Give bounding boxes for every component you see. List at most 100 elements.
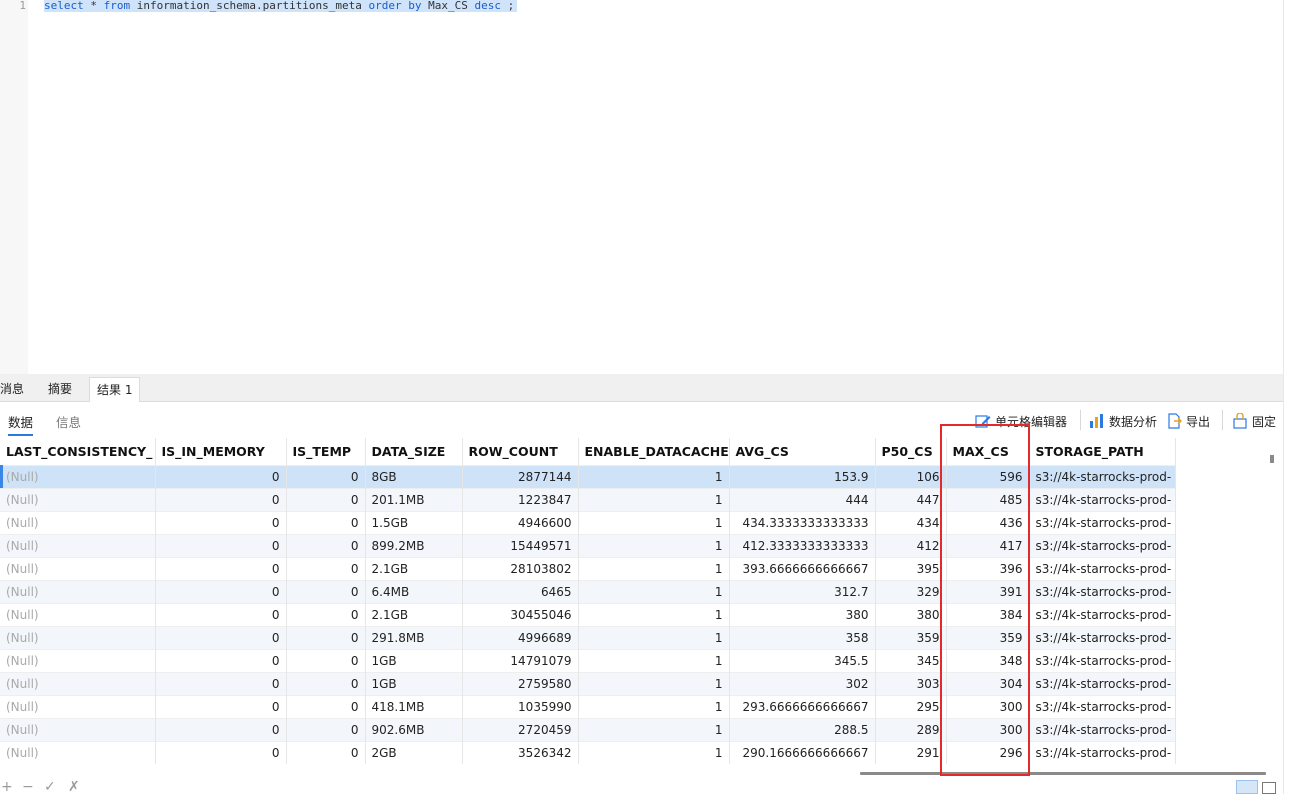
table-cell[interactable]: s3://4k-starrocks-prod-: [1029, 625, 1176, 649]
table-cell[interactable]: 8GB: [365, 464, 463, 488]
table-row[interactable]: (Null) 0 0 899.2MB 15449571 1 412.333333333333…: [0, 533, 1176, 557]
table-row[interactable]: (Null) 0 0 1.5GB 4946600 1 434.3333333333333 43…: [0, 510, 1176, 534]
tab-summary[interactable]: 摘要: [41, 377, 79, 402]
subtab-data[interactable]: 数据: [8, 412, 34, 436]
table-cell[interactable]: s3://4k-starrocks-prod-: [1029, 671, 1176, 695]
table-cell[interactable]: 0: [155, 625, 287, 649]
table-cell[interactable]: 396: [946, 556, 1030, 580]
table-cell[interactable]: 380: [875, 602, 947, 626]
table-cell[interactable]: 0: [155, 740, 287, 764]
table-cell[interactable]: (Null): [0, 694, 156, 718]
export-button[interactable]: 导出: [1166, 412, 1210, 430]
table-cell[interactable]: 412: [875, 533, 947, 557]
table-cell[interactable]: 418.1MB: [365, 694, 463, 718]
table-cell[interactable]: 1: [578, 579, 730, 603]
table-cell[interactable]: (Null): [0, 740, 156, 764]
table-cell[interactable]: s3://4k-starrocks-prod-: [1029, 602, 1176, 626]
table-cell[interactable]: 447: [875, 487, 947, 511]
table-cell[interactable]: 0: [155, 717, 287, 741]
table-cell[interactable]: 0: [155, 510, 287, 534]
column-header[interactable]: AVG_CS: [729, 438, 876, 465]
table-cell[interactable]: 417: [946, 533, 1030, 557]
table-cell[interactable]: 1: [578, 487, 730, 511]
column-header[interactable]: P50_CS: [875, 438, 947, 465]
cell-editor-button[interactable]: 单元格编辑器: [975, 412, 1067, 430]
table-row[interactable]: (Null) 0 0 1GB 2759580 1 302 303 304 s3://4k-star…: [0, 671, 1176, 695]
table-cell[interactable]: 1: [578, 625, 730, 649]
table-cell[interactable]: (Null): [0, 648, 156, 672]
table-cell[interactable]: 28103802: [462, 556, 579, 580]
table-cell[interactable]: 295: [875, 694, 947, 718]
table-cell[interactable]: s3://4k-starrocks-prod-: [1029, 694, 1176, 718]
table-cell[interactable]: 0: [155, 533, 287, 557]
table-cell[interactable]: 2877144: [462, 464, 579, 488]
table-cell[interactable]: 902.6MB: [365, 717, 463, 741]
table-cell[interactable]: 1.5GB: [365, 510, 463, 534]
table-cell[interactable]: 345: [875, 648, 947, 672]
table-cell[interactable]: 0: [286, 717, 366, 741]
table-cell[interactable]: 4996689: [462, 625, 579, 649]
table-cell[interactable]: s3://4k-starrocks-prod-: [1029, 533, 1176, 557]
table-cell[interactable]: 312.7: [729, 579, 876, 603]
table-cell[interactable]: 2GB: [365, 740, 463, 764]
table-cell[interactable]: 1: [578, 648, 730, 672]
table-cell[interactable]: 436: [946, 510, 1030, 534]
table-cell[interactable]: 0: [155, 464, 287, 488]
column-header[interactable]: IS_TEMP: [286, 438, 366, 465]
table-cell[interactable]: 0: [155, 579, 287, 603]
table-cell[interactable]: 1GB: [365, 648, 463, 672]
table-cell[interactable]: 0: [155, 556, 287, 580]
grid-vertical-scrollbar[interactable]: [1270, 455, 1274, 463]
subtab-info[interactable]: 信息: [56, 412, 81, 431]
table-cell[interactable]: (Null): [0, 556, 156, 580]
table-cell[interactable]: s3://4k-starrocks-prod-: [1029, 648, 1176, 672]
table-cell[interactable]: 359: [875, 625, 947, 649]
table-cell[interactable]: 1GB: [365, 671, 463, 695]
table-cell[interactable]: s3://4k-starrocks-prod-: [1029, 464, 1176, 488]
table-cell[interactable]: 391: [946, 579, 1030, 603]
table-cell[interactable]: 2759580: [462, 671, 579, 695]
table-cell[interactable]: 0: [286, 556, 366, 580]
table-row[interactable]: (Null) 0 0 201.1MB 1223847 1 444 447 485 s3://4k-…: [0, 487, 1176, 511]
table-cell[interactable]: 296: [946, 740, 1030, 764]
table-cell[interactable]: 0: [286, 464, 366, 488]
table-cell[interactable]: 1: [578, 602, 730, 626]
table-cell[interactable]: 0: [286, 487, 366, 511]
table-cell[interactable]: s3://4k-starrocks-prod-: [1029, 579, 1176, 603]
table-cell[interactable]: 444: [729, 487, 876, 511]
table-cell[interactable]: 434: [875, 510, 947, 534]
table-cell[interactable]: 0: [286, 648, 366, 672]
table-cell[interactable]: (Null): [0, 602, 156, 626]
table-cell[interactable]: 300: [946, 717, 1030, 741]
table-cell[interactable]: (Null): [0, 533, 156, 557]
delete-record-button[interactable]: −: [22, 780, 34, 794]
table-cell[interactable]: 0: [155, 694, 287, 718]
grid-view-icon[interactable]: [1236, 780, 1258, 794]
table-cell[interactable]: s3://4k-starrocks-prod-: [1029, 556, 1176, 580]
table-cell[interactable]: s3://4k-starrocks-prod-: [1029, 717, 1176, 741]
table-cell[interactable]: 303: [875, 671, 947, 695]
table-cell[interactable]: 1: [578, 740, 730, 764]
result-grid[interactable]: LAST_CONSISTENCY_ IS_IN_MEMORY IS_TEMP D…: [0, 438, 1266, 766]
table-cell[interactable]: s3://4k-starrocks-prod-: [1029, 487, 1176, 511]
sql-code-line[interactable]: select * from information_schema.partiti…: [44, 0, 518, 12]
table-cell[interactable]: 1223847: [462, 487, 579, 511]
table-cell[interactable]: 288.5: [729, 717, 876, 741]
table-cell[interactable]: 293.6666666666667: [729, 694, 876, 718]
table-cell[interactable]: 0: [286, 694, 366, 718]
table-cell[interactable]: (Null): [0, 671, 156, 695]
table-cell[interactable]: 3526342: [462, 740, 579, 764]
table-cell[interactable]: 358: [729, 625, 876, 649]
table-row[interactable]: (Null) 0 0 2GB 3526342 1 290.1666666666667 291 2…: [0, 740, 1176, 764]
table-cell[interactable]: 395: [875, 556, 947, 580]
table-cell[interactable]: 329: [875, 579, 947, 603]
table-cell[interactable]: 412.3333333333333: [729, 533, 876, 557]
table-cell[interactable]: 596: [946, 464, 1030, 488]
table-cell[interactable]: 1: [578, 694, 730, 718]
table-cell[interactable]: 291.8MB: [365, 625, 463, 649]
table-cell[interactable]: 2.1GB: [365, 602, 463, 626]
table-row[interactable]: (Null) 0 0 2.1GB 28103802 1 393.6666666666667 3…: [0, 556, 1176, 580]
table-row[interactable]: (Null) 0 0 418.1MB 1035990 1 293.6666666666667…: [0, 694, 1176, 718]
table-cell[interactable]: 348: [946, 648, 1030, 672]
column-header[interactable]: DATA_SIZE: [365, 438, 463, 465]
